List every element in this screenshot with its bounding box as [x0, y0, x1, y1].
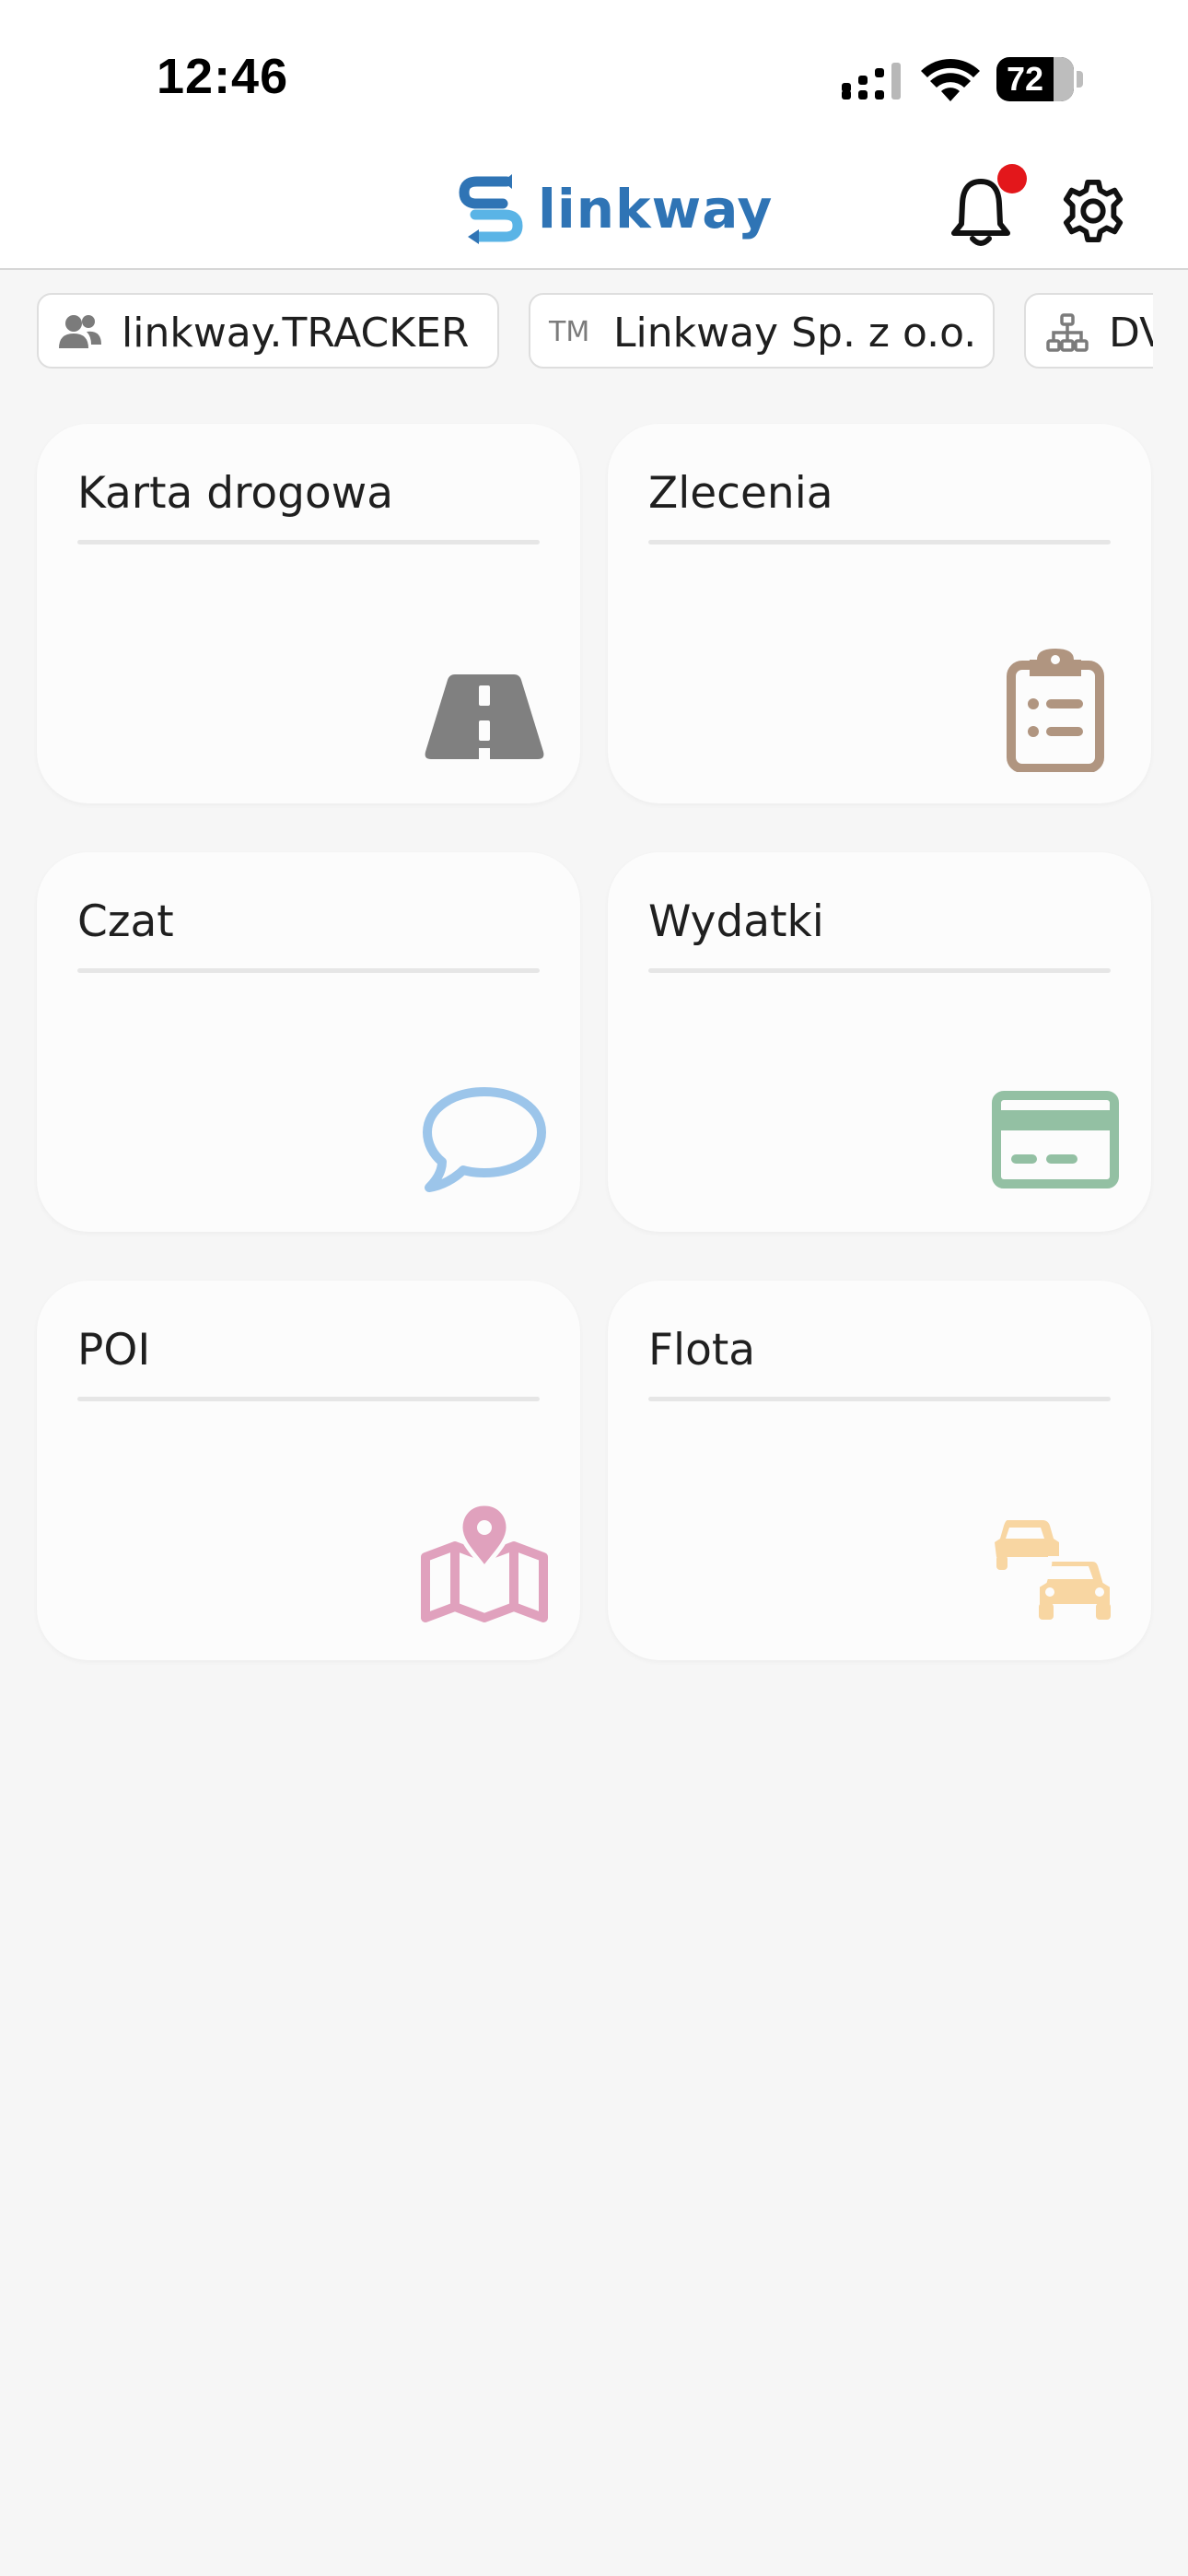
- tile-divider: [77, 540, 540, 544]
- logo-text: linkway: [538, 178, 774, 240]
- tile-zlecenia[interactable]: Zlecenia: [608, 424, 1151, 803]
- tile-flota[interactable]: Flota: [608, 1281, 1151, 1660]
- tile-divider: [648, 540, 1111, 544]
- credit-card-icon: [992, 1091, 1119, 1188]
- chip-company[interactable]: TM Linkway Sp. z o.o.: [529, 293, 995, 369]
- trademark-icon: TM: [549, 316, 590, 348]
- tile-divider: [77, 1397, 540, 1401]
- app-logo: linkway: [459, 172, 772, 246]
- tile-title: Flota: [648, 1325, 756, 1376]
- linkway-logo-icon: [459, 174, 523, 244]
- notification-badge: [997, 164, 1027, 193]
- signal-icon: [842, 63, 901, 100]
- tile-czat[interactable]: Czat: [37, 852, 580, 1232]
- chip-label: Linkway Sp. z o.o.: [613, 310, 977, 357]
- tile-title: Czat: [77, 896, 174, 947]
- status-bar: 12:46 72: [0, 0, 1188, 152]
- tile-karta-drogowa[interactable]: Karta drogowa: [37, 424, 580, 803]
- clipboard-list-icon: [1007, 649, 1104, 772]
- battery-icon: 72: [996, 57, 1074, 101]
- org-chart-icon: [1046, 313, 1089, 352]
- road-icon: [425, 674, 544, 759]
- battery-level: 72: [1006, 60, 1044, 98]
- tile-title: Zlecenia: [648, 468, 833, 519]
- wifi-icon: [921, 59, 980, 101]
- gear-icon[interactable]: [1061, 178, 1125, 244]
- tile-title: Wydatki: [648, 896, 824, 947]
- status-time: 12:46: [157, 49, 289, 104]
- tile-wydatki[interactable]: Wydatki: [608, 852, 1151, 1232]
- users-icon: [59, 315, 101, 348]
- battery-tip: [1077, 71, 1083, 88]
- tile-divider: [648, 968, 1111, 973]
- cars-icon: [995, 1520, 1115, 1620]
- tile-divider: [648, 1397, 1111, 1401]
- tile-title: Karta drogowa: [77, 468, 393, 519]
- chip-user[interactable]: linkway.TRACKER: [37, 293, 499, 369]
- tile-title: POI: [77, 1325, 151, 1376]
- tile-poi[interactable]: POI: [37, 1281, 580, 1660]
- chip-label: linkway.TRACKER: [122, 310, 470, 357]
- chips-overflow-edge: [1153, 272, 1188, 387]
- map-pin-icon: [421, 1501, 548, 1622]
- tile-divider: [77, 968, 540, 973]
- context-chips[interactable]: linkway.TRACKER TM Linkway Sp. z o.o. DV: [0, 272, 1188, 387]
- chat-bubble-icon: [423, 1087, 546, 1192]
